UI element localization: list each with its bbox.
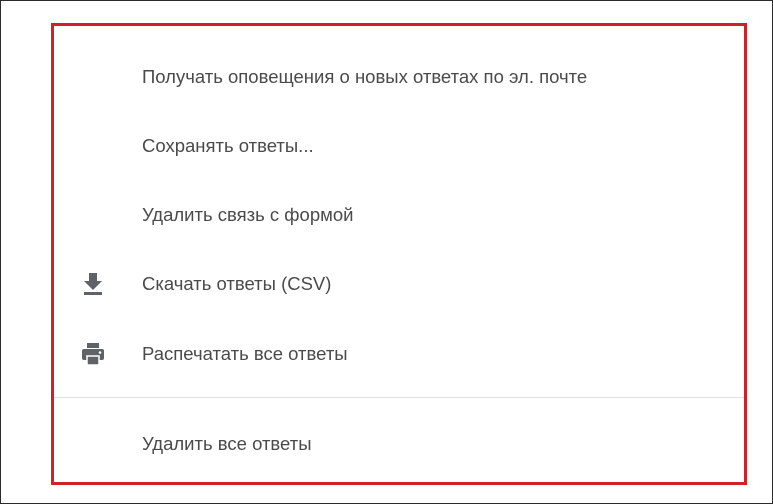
menu-divider xyxy=(54,397,744,398)
menu-item-label: Скачать ответы (CSV) xyxy=(142,273,332,294)
menu-item-unlink-form[interactable]: Удалить связь с формой xyxy=(54,189,744,241)
print-icon xyxy=(78,339,108,369)
menu-item-label: Удалить связь с формой xyxy=(142,204,354,225)
menu-item-label: Удалить все ответы xyxy=(142,433,312,454)
menu-item-label: Получать оповещения о новых ответах по э… xyxy=(142,66,588,87)
download-icon xyxy=(78,269,108,299)
screenshot-frame: Получать оповещения о новых ответах по э… xyxy=(0,0,773,504)
menu-item-label: Сохранять ответы... xyxy=(142,135,314,156)
context-menu: Получать оповещения о новых ответах по э… xyxy=(51,23,747,485)
menu-item-email-notifications[interactable]: Получать оповещения о новых ответах по э… xyxy=(54,51,744,103)
menu-item-download-csv[interactable]: Скачать ответы (CSV) xyxy=(54,258,744,310)
menu-item-delete-all-responses[interactable]: Удалить все ответы xyxy=(54,418,744,470)
menu-item-print-all[interactable]: Распечатать все ответы xyxy=(54,328,744,380)
menu-item-label: Распечатать все ответы xyxy=(142,343,348,364)
menu-item-save-responses[interactable]: Сохранять ответы... xyxy=(54,120,744,172)
